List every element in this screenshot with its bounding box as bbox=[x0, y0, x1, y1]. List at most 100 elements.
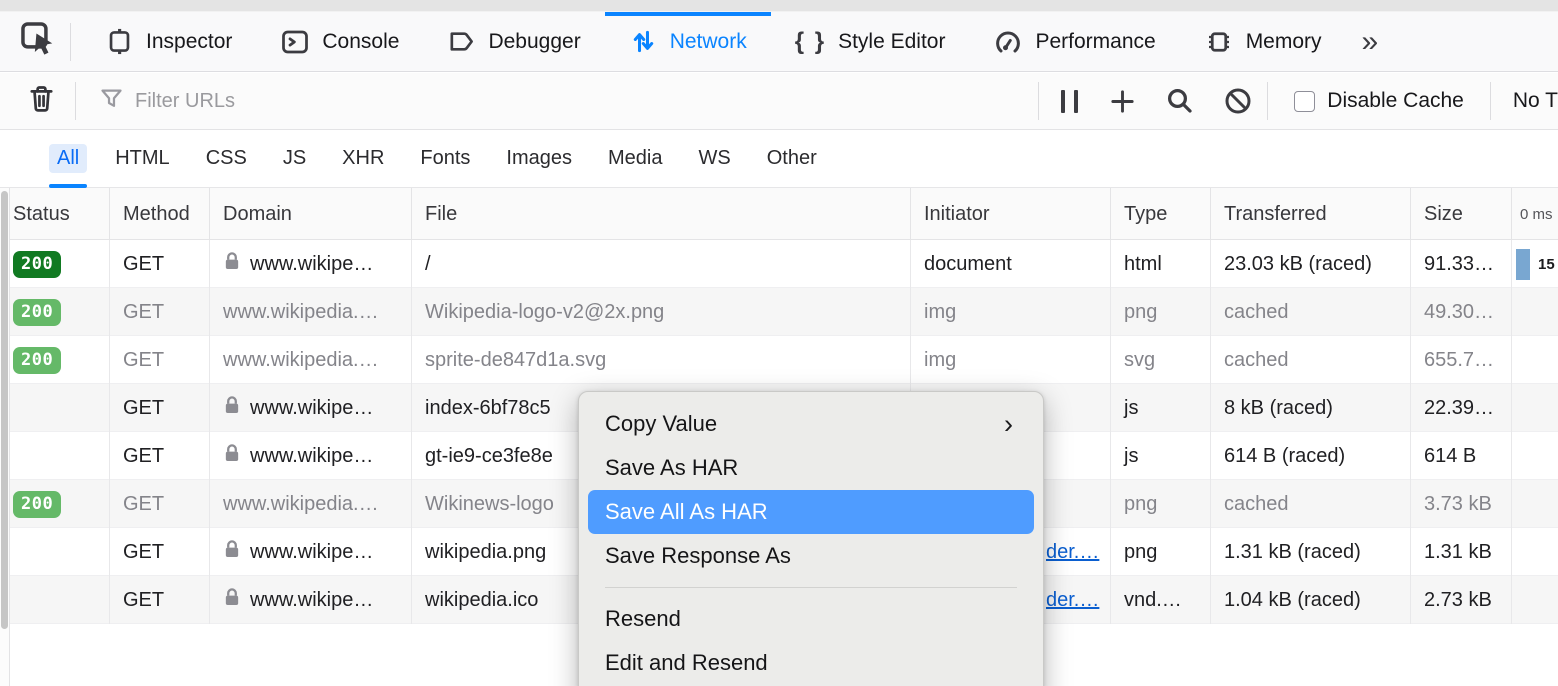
request-row[interactable]: 200GETwww.wikipedia.…Wikipedia-logo-v2@2… bbox=[0, 288, 1558, 336]
toolbar-divider bbox=[70, 23, 71, 61]
firefox-devtools-network-panel: Inspector Console DebuggerNetwork{ }Style … bbox=[0, 0, 1558, 686]
filter-funnel-icon bbox=[98, 85, 125, 117]
filter-tab-css[interactable]: CSS bbox=[206, 130, 247, 188]
filter-tab-label: JS bbox=[283, 147, 306, 170]
menu-item-label: Edit and Resend bbox=[605, 650, 768, 675]
column-header-status[interactable]: Status bbox=[0, 188, 110, 240]
filter-tab-ws[interactable]: WS bbox=[699, 130, 731, 188]
column-header-waterfall[interactable]: 0 ms bbox=[1512, 188, 1558, 240]
filter-tab-html[interactable]: HTML bbox=[115, 130, 169, 188]
column-header-domain[interactable]: Domain bbox=[210, 188, 412, 240]
size-cell: 3.73 kB bbox=[1411, 480, 1512, 528]
domain-text: www.wikipe… bbox=[250, 541, 373, 564]
tab-style-editor[interactable]: { }Style Editor bbox=[771, 12, 970, 72]
menu-item-resend[interactable]: Resend bbox=[579, 597, 1043, 641]
pick-element-button[interactable] bbox=[16, 20, 60, 64]
throttling-select[interactable]: No T bbox=[1513, 89, 1558, 113]
waterfall-cell bbox=[1512, 288, 1558, 336]
browser-chrome-edge bbox=[0, 0, 1558, 12]
https-lock-icon bbox=[223, 539, 241, 565]
size-cell: 2.73 kB bbox=[1411, 576, 1512, 624]
filter-tab-media[interactable]: Media bbox=[608, 130, 662, 188]
transferred-cell: 1.31 kB (raced) bbox=[1211, 528, 1411, 576]
file-cell: / bbox=[412, 240, 911, 288]
request-row[interactable]: 200GETwww.wikipe…/documenthtml23.03 kB (… bbox=[0, 240, 1558, 288]
domain-text: www.wikipe… bbox=[250, 589, 373, 612]
request-type-filterbar: All HTML CSS JS XHR Fonts Images Media WS Other bbox=[0, 130, 1558, 188]
column-header-initiator[interactable]: Initiator bbox=[911, 188, 1111, 240]
debugger-icon bbox=[447, 27, 476, 56]
status-cell bbox=[0, 432, 110, 480]
filter-tab-fonts[interactable]: Fonts bbox=[420, 130, 470, 188]
domain-cell: www.wikipedia.… bbox=[210, 480, 412, 528]
menu-item-copy-value[interactable]: Copy Value› bbox=[579, 402, 1043, 446]
tab-label: Console bbox=[322, 30, 399, 54]
filter-tab-other[interactable]: Other bbox=[767, 130, 817, 188]
column-header-transferred[interactable]: Transferred bbox=[1211, 188, 1411, 240]
search-icon[interactable] bbox=[1165, 86, 1195, 116]
menu-item-save-response-as[interactable]: Save Response As bbox=[579, 534, 1043, 578]
method-cell: GET bbox=[110, 576, 210, 624]
domain-text: www.wikipedia.… bbox=[223, 301, 379, 324]
filter-tab-all[interactable]: All bbox=[57, 130, 79, 188]
type-cell: js bbox=[1111, 384, 1211, 432]
domain-cell: www.wikipe… bbox=[210, 432, 412, 480]
disable-cache-label[interactable]: Disable Cache bbox=[1327, 89, 1464, 113]
menu-item-edit-and-resend[interactable]: Edit and Resend bbox=[579, 641, 1043, 685]
filter-tab-xhr[interactable]: XHR bbox=[342, 130, 384, 188]
request-row[interactable]: 200GETwww.wikipedia.…sprite-de847d1a.svg… bbox=[0, 336, 1558, 384]
method-cell: GET bbox=[110, 384, 210, 432]
filter-tab-label: WS bbox=[699, 147, 731, 170]
column-header-file[interactable]: File bbox=[412, 188, 911, 240]
column-header-type[interactable]: Type bbox=[1111, 188, 1211, 240]
more-tabs-icon[interactable]: » bbox=[1362, 27, 1379, 57]
tab-debugger[interactable]: Debugger bbox=[423, 12, 604, 72]
domain-text: www.wikipe… bbox=[250, 253, 373, 276]
waterfall-cell bbox=[1512, 528, 1558, 576]
pause-traffic-icon[interactable] bbox=[1061, 90, 1078, 113]
https-lock-icon bbox=[223, 443, 241, 469]
tab-console[interactable]: Console bbox=[256, 12, 423, 72]
new-request-icon[interactable] bbox=[1108, 87, 1137, 116]
size-cell: 49.30… bbox=[1411, 288, 1512, 336]
filter-urls-input[interactable] bbox=[135, 90, 985, 113]
vertical-scrollbar[interactable] bbox=[0, 188, 10, 686]
method-cell: GET bbox=[110, 432, 210, 480]
initiator-link[interactable]: der.… bbox=[1046, 541, 1099, 564]
tab-inspector[interactable]: Inspector bbox=[81, 12, 256, 72]
column-header-method[interactable]: Method bbox=[110, 188, 210, 240]
domain-cell: www.wikipe… bbox=[210, 384, 412, 432]
method-cell: GET bbox=[110, 288, 210, 336]
tab-label: Inspector bbox=[146, 30, 232, 54]
menu-item-save-all-as-har[interactable]: Save All As HAR bbox=[588, 490, 1034, 534]
tab-memory[interactable]: Memory bbox=[1180, 12, 1346, 72]
transferred-cell: cached bbox=[1211, 336, 1411, 384]
waterfall-cell: 15 bbox=[1512, 240, 1558, 288]
tab-performance[interactable]: Performance bbox=[969, 12, 1179, 72]
disable-cache-checkbox[interactable] bbox=[1294, 91, 1315, 112]
filter-tab-images[interactable]: Images bbox=[506, 130, 572, 188]
domain-text: www.wikipedia.… bbox=[223, 493, 379, 516]
scrollbar-thumb[interactable] bbox=[1, 191, 8, 629]
toolbar-divider bbox=[1490, 82, 1491, 120]
clear-requests-icon[interactable] bbox=[26, 83, 57, 119]
column-header-size[interactable]: Size bbox=[1411, 188, 1512, 240]
filter-tab-label: HTML bbox=[115, 147, 169, 170]
type-cell: js bbox=[1111, 432, 1211, 480]
tab-network[interactable]: Network bbox=[605, 12, 771, 72]
method-cell: GET bbox=[110, 336, 210, 384]
braces-icon: { } bbox=[795, 28, 826, 56]
type-cell: svg bbox=[1111, 336, 1211, 384]
chip-icon bbox=[1204, 27, 1234, 57]
menu-item-save-as-har[interactable]: Save As HAR bbox=[579, 446, 1043, 490]
domain-cell: www.wikipedia.… bbox=[210, 288, 412, 336]
domain-cell: www.wikipe… bbox=[210, 528, 412, 576]
inspector-icon bbox=[105, 27, 134, 56]
initiator-link[interactable]: der.… bbox=[1046, 589, 1099, 612]
type-cell: png bbox=[1111, 288, 1211, 336]
block-requests-icon[interactable] bbox=[1223, 86, 1253, 116]
filter-tab-js[interactable]: JS bbox=[283, 130, 306, 188]
table-header-row: StatusMethodDomainFileInitiatorTypeTrans… bbox=[0, 188, 1558, 240]
menu-item-label: Save All As HAR bbox=[605, 499, 768, 524]
filter-tab-label: Media bbox=[608, 147, 662, 170]
